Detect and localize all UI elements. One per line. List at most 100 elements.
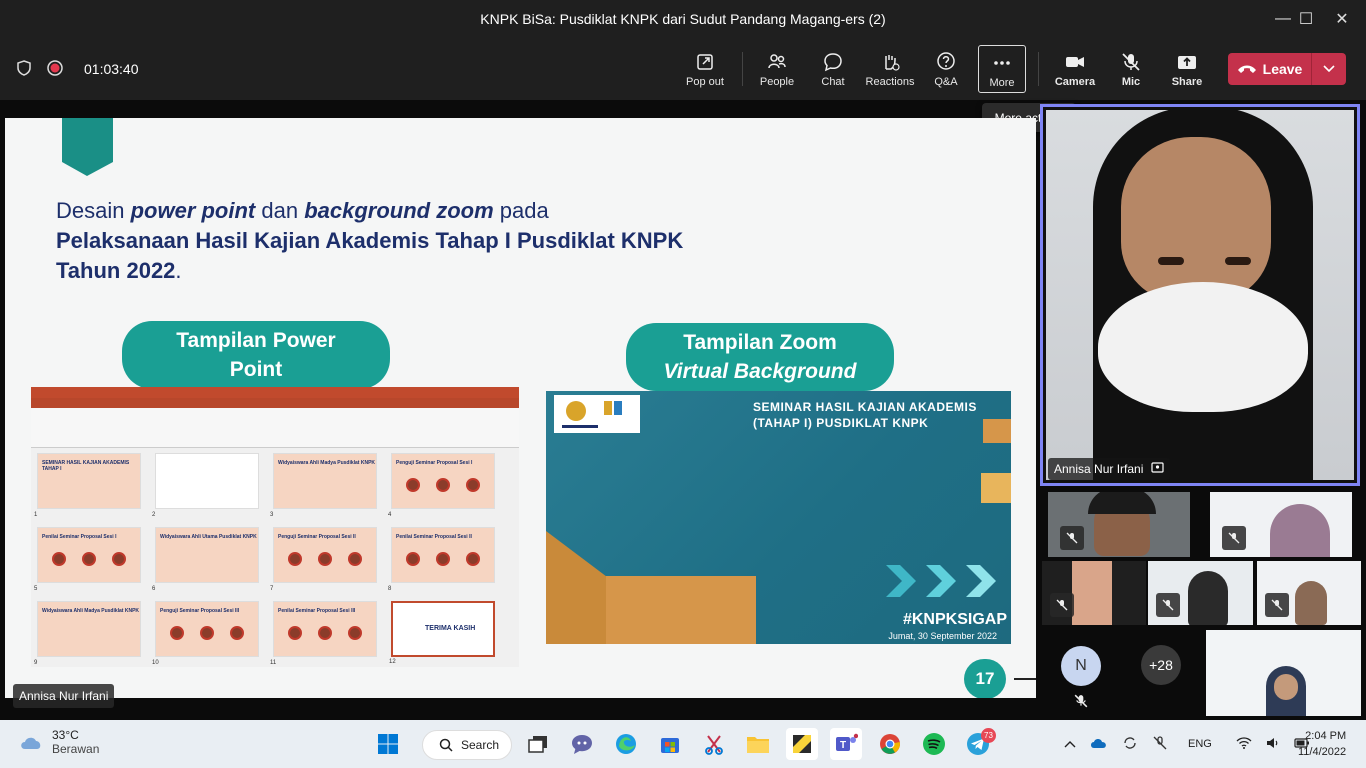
window-title: KNPK BiSa: Pusdiklat KNPK dari Sudut Pan… (480, 11, 886, 27)
people-button[interactable]: People (753, 45, 801, 93)
meeting-timer: 01:03:40 (84, 61, 139, 77)
taskbar-search[interactable]: Search (422, 730, 512, 760)
ppt-slide-thumbnail: Penilai Seminar Proposal Sesi III 11 (270, 601, 377, 666)
shared-screen: Desain power point dan background zoom p… (5, 118, 1036, 698)
file-explorer-icon[interactable] (742, 728, 774, 760)
participant-tile[interactable] (1048, 492, 1190, 557)
leave-main[interactable]: Leave (1228, 53, 1312, 85)
speaker-photo (112, 552, 126, 566)
participant-tile[interactable] (1206, 630, 1361, 716)
qa-button[interactable]: Q&A (922, 45, 970, 93)
mic-muted-tray-icon[interactable] (1152, 735, 1168, 754)
svg-text:T: T (840, 740, 846, 751)
ppt-slide-thumbnail: Penguji Seminar Proposal Sesi I 4 (388, 453, 495, 518)
presenter-name-label: Annisa Nur Irfani (13, 684, 115, 708)
weather-widget[interactable]: 33°C Berawan (18, 728, 99, 756)
chat-button[interactable]: Chat (809, 45, 857, 93)
ppt-slide-thumbnail-text: Penguji Seminar Proposal Sesi II (278, 534, 356, 540)
mic-button[interactable]: Mic (1107, 45, 1155, 93)
ppt-slide-thumbnail: Penilai Seminar Proposal Sesi II 8 (388, 527, 495, 592)
leave-button[interactable]: Leave (1228, 53, 1346, 85)
speaker-photo (406, 478, 420, 492)
speaker-photo (230, 626, 244, 640)
more-button[interactable]: More (978, 45, 1026, 93)
slide-divider-line (1014, 678, 1036, 680)
ppt-slide-number: 5 (34, 586, 38, 592)
toolbar-divider (742, 52, 743, 86)
participant-tile[interactable] (1148, 561, 1253, 625)
reactions-icon (885, 55, 900, 71)
speaker-photo (318, 626, 332, 640)
mic-off-icon (1060, 526, 1084, 550)
telegram-unread-badge: 73 (981, 728, 996, 743)
speaker-photo (348, 552, 362, 566)
people-icon (768, 54, 786, 69)
share-button[interactable]: Share (1163, 45, 1211, 93)
toolbar-divider (1038, 52, 1039, 86)
slide-ribbon-decoration (62, 118, 113, 176)
meeting-toolbar: 01:03:40 Pop out People Chat Reactions Q… (0, 38, 1366, 100)
windows-logo-icon (378, 734, 398, 754)
shield-icon (16, 59, 32, 79)
ppt-slide-number: 9 (34, 660, 38, 666)
reactions-button[interactable]: Reactions (862, 45, 918, 93)
ppt-menubar (31, 398, 519, 408)
camera-button[interactable]: Camera (1051, 45, 1099, 93)
decor-block (606, 576, 756, 644)
system-clock[interactable]: 2:04 PM 11/4/2022 (1298, 728, 1346, 760)
ppt-slide-thumbnail: SEMINAR HASIL KAJIAN AKADEMIS TAHAP I 1 (34, 453, 141, 518)
edge-browser-icon[interactable] (610, 728, 642, 760)
ppt-slide-number: 3 (270, 512, 274, 518)
snipping-tool-icon[interactable] (698, 728, 730, 760)
chat-icon (824, 53, 842, 72)
spotify-icon[interactable] (918, 728, 950, 760)
teams-chat-icon[interactable] (566, 728, 598, 760)
language-indicator[interactable]: ENG (1188, 738, 1212, 750)
speaker-photo (200, 626, 214, 640)
mic-off-icon (1265, 593, 1289, 617)
leave-options-chevron-icon[interactable] (1312, 65, 1346, 73)
ppt-slide-number: 12 (389, 659, 396, 665)
sync-icon[interactable] (1122, 735, 1138, 754)
powerpoint-preview-image: SEMINAR HASIL KAJIAN AKADEMIS TAHAP I12W… (31, 387, 519, 667)
speaker-photo (348, 626, 362, 640)
ppt-slide-thumbnail-text: Penilai Seminar Proposal Sesi I (42, 534, 117, 540)
participant-tile[interactable] (1257, 561, 1361, 625)
featured-participant-name: Annisa Nur Irfani (1048, 458, 1171, 480)
chevron-right-icon (966, 565, 996, 597)
participant-tile[interactable] (1042, 561, 1146, 625)
participant-tile[interactable] (1210, 492, 1352, 557)
volume-icon[interactable] (1266, 737, 1280, 752)
start-button[interactable] (372, 728, 404, 760)
mic-off-icon (1222, 526, 1246, 550)
face-mask (1098, 282, 1308, 412)
ppt-slide-thumbnail-text: Penguji Seminar Proposal Sesi I (396, 460, 473, 466)
recording-icon (46, 59, 64, 80)
participant-avatar[interactable]: N (1061, 646, 1101, 686)
wifi-icon[interactable] (1236, 736, 1252, 752)
speaker-photo (170, 626, 184, 640)
chevron-up-icon[interactable] (1064, 737, 1076, 751)
teams-icon[interactable]: T (830, 728, 862, 760)
speaker-photo (436, 478, 450, 492)
slide-page-number: 17 (964, 659, 1006, 698)
task-view-icon[interactable] (522, 728, 554, 760)
presenter-icon (1151, 461, 1164, 477)
sticky-notes-icon[interactable] (786, 728, 818, 760)
popout-button[interactable]: Pop out (680, 45, 730, 93)
onedrive-icon[interactable] (1090, 737, 1108, 752)
more-participants-button[interactable]: +28 (1141, 645, 1181, 685)
mic-off-icon (1074, 694, 1088, 713)
system-tray: ENG (1064, 720, 1310, 768)
ppt-slide-grid: SEMINAR HASIL KAJIAN AKADEMIS TAHAP I12W… (34, 453, 507, 666)
event-date: Jumat, 30 September 2022 (888, 631, 997, 641)
microsoft-store-icon[interactable] (654, 728, 686, 760)
mic-off-icon (1156, 593, 1180, 617)
mic-muted-icon (1122, 53, 1140, 71)
speaker-photo (288, 552, 302, 566)
ppt-ribbon (31, 408, 519, 448)
chrome-icon[interactable] (874, 728, 906, 760)
participant-face (1121, 137, 1271, 302)
featured-participant-video[interactable] (1040, 104, 1360, 486)
close-button[interactable]: ✕ (1319, 0, 1365, 38)
